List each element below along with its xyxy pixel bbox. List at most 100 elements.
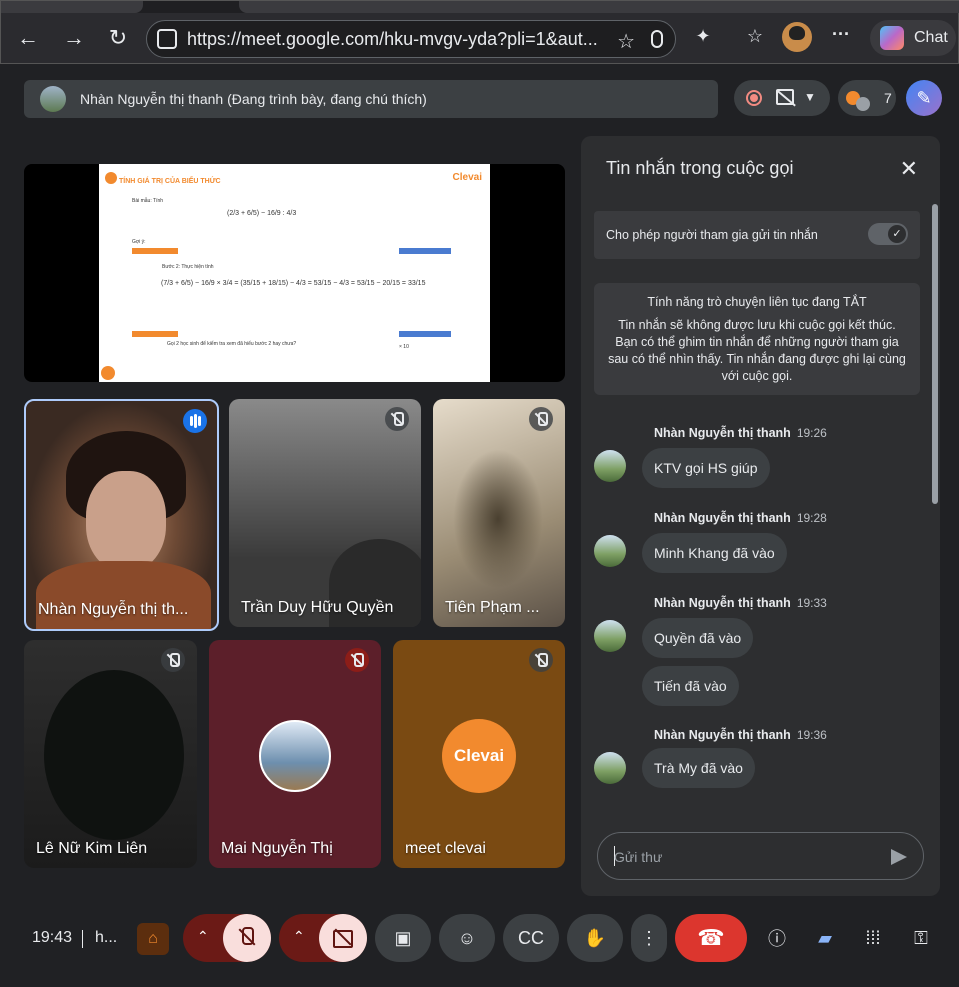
no-screen-share-icon	[776, 89, 794, 105]
slide-tag	[132, 248, 178, 254]
tab-left[interactable]	[1, 1, 143, 13]
allow-messages-row: Cho phép người tham gia gửi tin nhắn	[594, 211, 920, 259]
participant-count: 7	[884, 90, 892, 106]
extensions-icon[interactable]: ✦	[692, 26, 714, 48]
message-header: Nhàn Nguyễn thị thanh 19:33	[654, 596, 827, 610]
activities-icon[interactable]: ⁞⁞⁞	[860, 925, 886, 951]
recording-icon	[746, 90, 762, 106]
leave-call-button[interactable]: ☎	[675, 914, 747, 962]
avatar	[259, 720, 331, 792]
message-header: Nhàn Nguyễn thị thanh 19:36	[654, 728, 827, 742]
chevron-up-icon[interactable]: ⌃	[293, 928, 305, 945]
participant-tile[interactable]: Nhàn Nguyễn thị th...	[24, 399, 219, 631]
participant-avatar	[856, 97, 870, 111]
avatar	[594, 752, 626, 784]
message-bubble[interactable]: Quyền đã vào	[642, 618, 754, 658]
more-options-button[interactable]: ⋮	[631, 914, 667, 962]
people-button[interactable]: 7	[838, 80, 896, 116]
participant-name: Tiên Phạm ...	[445, 599, 540, 616]
host-controls-icon[interactable]: ⚿	[908, 925, 934, 951]
info-body: Tin nhắn sẽ không được lưu khi cuộc gọi …	[608, 318, 906, 383]
mic-control[interactable]: ⌃	[183, 914, 271, 962]
meeting-clock: 19:43	[32, 929, 73, 946]
captions-button[interactable]: CC	[503, 914, 559, 962]
info-heading: Tính năng trò chuyện liên tục đang TẮT	[647, 295, 867, 309]
avatar	[594, 535, 626, 567]
message-bubble[interactable]: Trà My đã vào	[642, 748, 755, 788]
message-time: 19:28	[796, 511, 827, 525]
chevron-up-icon[interactable]: ⌃	[197, 928, 209, 945]
mic-off-button[interactable]	[223, 914, 271, 962]
tab-right[interactable]	[239, 1, 959, 13]
close-icon[interactable]: ✕	[900, 156, 918, 182]
site-info-icon[interactable]	[157, 29, 177, 49]
message-bubble[interactable]: Minh Khang đã vào	[642, 533, 787, 573]
allow-messages-toggle[interactable]	[868, 223, 908, 245]
participant-name: meet clevai	[405, 840, 486, 857]
mascot-icon	[105, 172, 117, 184]
slide-title: TÍNH GIÁ TRỊ CỦA BIỂU THỨC	[119, 178, 221, 185]
breakout-rooms-icon[interactable]: ⌂	[137, 923, 169, 955]
sender-name: Nhàn Nguyễn thị thanh	[654, 511, 791, 525]
forward-icon[interactable]: →	[60, 24, 88, 52]
reload-icon[interactable]: ↻	[104, 24, 132, 52]
participant-tile[interactable]: Mai Nguyễn Thị	[209, 640, 381, 868]
copilot-icon	[880, 26, 904, 50]
url-text[interactable]: https://meet.google.com/hku-mvgv-yda?pli…	[187, 29, 607, 50]
participant-tile[interactable]: Trần Duy Hữu Quyền	[229, 399, 421, 627]
participant-name: Trần Duy Hữu Quyền	[241, 599, 394, 616]
speaking-icon	[183, 409, 207, 433]
chat-input[interactable]: Gửi thư	[597, 832, 924, 880]
favorites-icon[interactable]: ☆	[744, 26, 766, 48]
meeting-info-icon[interactable]: ⓘ	[764, 925, 790, 951]
participant-tile[interactable]: Clevai meet clevai	[393, 640, 565, 868]
gemini-icon[interactable]: ✎	[906, 80, 942, 116]
slide-tag	[132, 331, 178, 337]
avatar	[594, 620, 626, 652]
participant-name: Mai Nguyễn Thị	[221, 840, 333, 857]
participant-tile[interactable]: Lê Nữ Kim Liên	[24, 640, 197, 868]
bookmark-star-icon[interactable]: ☆	[617, 29, 635, 54]
participant-name: Lê Nữ Kim Liên	[36, 840, 148, 857]
back-icon[interactable]: ←	[14, 24, 42, 52]
presenter-avatar	[40, 86, 66, 112]
slide-brand: Clevai	[452, 172, 482, 183]
chat-icon[interactable]: ▰	[812, 925, 838, 951]
chevron-down-icon[interactable]: ▼	[804, 90, 816, 104]
copilot-chat-button[interactable]: Chat	[870, 20, 956, 56]
message-bubble[interactable]: Tiến đã vào	[642, 666, 739, 706]
emoji-reaction-button[interactable]: ☺	[439, 914, 495, 962]
continuous-chat-info: Tính năng trò chuyện liên tục đang TẮT T…	[594, 283, 920, 395]
divider	[82, 930, 83, 948]
video-feed	[86, 471, 166, 571]
slide-formula: (2/3 + 6/5) − 16/9 : 4/3	[227, 210, 297, 217]
send-icon[interactable]	[891, 849, 907, 865]
mic-off-icon	[385, 407, 409, 431]
video-feed	[44, 670, 184, 840]
camera-off-button[interactable]	[319, 914, 367, 962]
slide-logo	[101, 366, 115, 380]
voice-search-icon[interactable]	[651, 30, 663, 48]
present-screen-button[interactable]: ▣	[375, 914, 431, 962]
camera-control[interactable]: ⌃	[279, 914, 367, 962]
message-header: Nhàn Nguyễn thị thanh 19:28	[654, 511, 827, 525]
presenting-text: Nhàn Nguyễn thị thanh (Đang trình bày, đ…	[80, 91, 427, 107]
address-bar[interactable]: https://meet.google.com/hku-mvgv-yda?pli…	[146, 20, 676, 58]
recording-controls[interactable]: ▼	[734, 80, 830, 116]
chat-input-placeholder: Gửi thư	[614, 849, 663, 865]
avatar	[594, 450, 626, 482]
browser-menu-icon[interactable]: ···	[832, 24, 850, 45]
message-time: 19:26	[796, 426, 827, 440]
scrollbar[interactable]	[932, 204, 938, 504]
video-feed	[36, 561, 211, 629]
video-feed	[453, 449, 543, 589]
participant-tile[interactable]: Tiên Phạm ...	[433, 399, 565, 627]
slide: TÍNH GIÁ TRỊ CỦA BIỂU THỨC Clevai Bài mẫ…	[99, 164, 490, 382]
presentation-tile[interactable]: TÍNH GIÁ TRỊ CỦA BIỂU THỨC Clevai Bài mẫ…	[24, 164, 565, 382]
mic-off-icon	[529, 648, 553, 672]
raise-hand-button[interactable]: ✋	[567, 914, 623, 962]
slide-formula: (7/3 + 6/5) − 16/9 × 3/4 = (35/15 + 18/1…	[161, 280, 426, 287]
mic-off-icon	[529, 407, 553, 431]
profile-avatar[interactable]	[782, 22, 812, 52]
message-bubble[interactable]: KTV gọi HS giúp	[642, 448, 770, 488]
